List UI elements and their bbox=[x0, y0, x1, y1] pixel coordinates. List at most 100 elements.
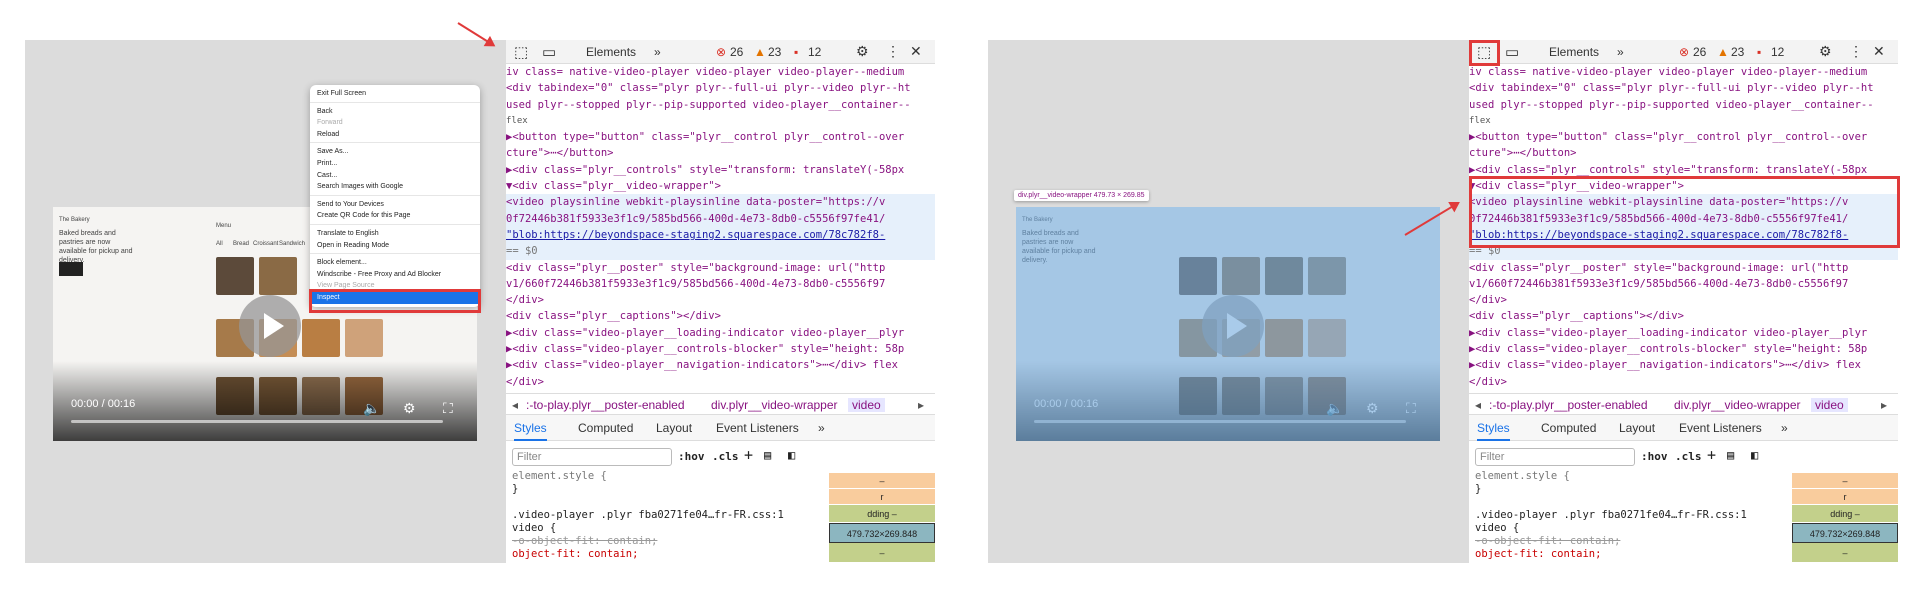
styles-filter-input[interactable]: Filter bbox=[512, 448, 672, 466]
styles-tab[interactable]: Layout bbox=[656, 421, 692, 435]
settings-gear-icon[interactable]: ⚙ bbox=[856, 43, 869, 60]
breadcrumb-item[interactable]: ◂ bbox=[1475, 398, 1481, 412]
breadcrumb-item[interactable]: :-to-play.plyr__poster-enabled bbox=[1489, 398, 1648, 412]
menu-item[interactable]: Print... bbox=[310, 158, 480, 170]
dom-tree-line[interactable]: flex bbox=[506, 113, 935, 129]
menu-item[interactable]: Search Images with Google bbox=[310, 181, 480, 193]
dom-tree-line[interactable]: ▶<div class="video-player__navigation-in… bbox=[1469, 357, 1898, 373]
warning-count[interactable]: 23 bbox=[768, 45, 781, 59]
dom-tree-line[interactable]: <div class="plyr__captions"></div> bbox=[1469, 308, 1898, 324]
dom-tree-line[interactable]: ▶<div class="plyr__controls" style="tran… bbox=[506, 162, 935, 178]
dom-tree-line[interactable]: "blob:https://beyondspace-staging2.squar… bbox=[506, 226, 935, 244]
dom-tree-line[interactable]: ▶<div class="video-player__loading-indic… bbox=[1469, 325, 1898, 341]
menu-item[interactable]: Create QR Code for this Page bbox=[310, 210, 480, 222]
dom-tree-line[interactable]: iv class= native-video-player video-play… bbox=[506, 64, 935, 80]
css-rule-line[interactable] bbox=[1475, 496, 1747, 509]
tab-elements[interactable]: Elements bbox=[1549, 45, 1599, 59]
css-rule-line[interactable]: element.style { bbox=[1475, 470, 1747, 483]
paint-icon[interactable]: ▤ bbox=[764, 448, 771, 462]
css-rule-line[interactable]: } bbox=[512, 483, 784, 496]
css-rule-line[interactable]: object-fit: contain; bbox=[1475, 548, 1747, 561]
css-rule-line[interactable]: } bbox=[1475, 483, 1747, 496]
css-rule-line[interactable]: -o-object-fit: contain; bbox=[512, 535, 784, 548]
dom-tree-line[interactable]: <div tabindex="0" class="plyr plyr--full… bbox=[1469, 80, 1898, 96]
dom-tree-line[interactable]: <div tabindex="0" class="plyr plyr--full… bbox=[506, 80, 935, 96]
close-icon[interactable]: ✕ bbox=[1873, 43, 1885, 60]
dom-tree-line[interactable]: </div> bbox=[1469, 292, 1898, 308]
dom-tree-line[interactable]: flex bbox=[1469, 113, 1898, 129]
volume-icon[interactable]: 🔈 bbox=[363, 400, 380, 417]
kebab-menu-icon[interactable]: ⋮ bbox=[886, 43, 900, 60]
cls-toggle[interactable]: .cls bbox=[712, 450, 739, 463]
dom-tree-line[interactable]: <video playsinline webkit-playsinline da… bbox=[506, 194, 935, 211]
menu-item[interactable]: Exit Full Screen bbox=[310, 88, 480, 100]
filter-sandwich[interactable]: Sandwich bbox=[279, 241, 305, 247]
styles-tab[interactable]: » bbox=[818, 421, 825, 435]
styles-tab[interactable]: Event Listeners bbox=[716, 421, 799, 435]
filter-all[interactable]: All bbox=[216, 241, 223, 247]
dom-tree-line[interactable]: v1/660f72446b381f5933e3f1c9/585bd566-400… bbox=[506, 276, 935, 292]
css-rule-line[interactable]: video { bbox=[1475, 522, 1747, 535]
menu-item[interactable]: Back bbox=[310, 106, 480, 118]
fullscreen-icon[interactable]: ⛶ bbox=[443, 400, 453, 417]
breadcrumb-item[interactable]: :-to-play.plyr__poster-enabled bbox=[526, 398, 685, 412]
filter-croissant[interactable]: Croissant bbox=[253, 241, 278, 247]
menu-item[interactable]: Forward bbox=[310, 117, 480, 129]
css-rule-line[interactable]: video { bbox=[512, 522, 784, 535]
dom-tree-line[interactable]: ▶<div class="video-player__loading-indic… bbox=[506, 325, 935, 341]
settings-icon[interactable]: ⚙ bbox=[403, 400, 416, 417]
breadcrumb-item[interactable]: ◂ bbox=[512, 398, 518, 412]
dom-tree-line[interactable]: cture">⋯</button> bbox=[1469, 145, 1898, 161]
dom-tree-line[interactable]: ▶<div class="video-player__controls-bloc… bbox=[506, 341, 935, 357]
dom-tree-line[interactable]: == $0 bbox=[506, 243, 935, 260]
device-toolbar-icon[interactable]: ▭ bbox=[542, 43, 556, 61]
sidebar-toggle-icon[interactable]: ◧ bbox=[1751, 448, 1758, 462]
settings-gear-icon[interactable]: ⚙ bbox=[1819, 43, 1832, 60]
css-rule-line[interactable] bbox=[512, 496, 784, 509]
issues-count[interactable]: 12 bbox=[808, 45, 821, 59]
dom-tree-line[interactable]: <div class="plyr__poster" style="backgro… bbox=[506, 260, 935, 276]
dom-tree-line[interactable]: used plyr--stopped plyr--pip-supported v… bbox=[1469, 97, 1898, 113]
sidebar-toggle-icon[interactable]: ◧ bbox=[788, 448, 795, 462]
dom-tree-line[interactable]: <div class="plyr__poster" style="backgro… bbox=[1469, 260, 1898, 276]
menu-item[interactable]: Windscribe - Free Proxy and Ad Blocker bbox=[310, 269, 480, 281]
dom-tree-line[interactable]: </div> bbox=[506, 292, 935, 308]
more-tabs-icon[interactable]: » bbox=[1617, 45, 1624, 59]
warning-count[interactable]: 23 bbox=[1731, 45, 1744, 59]
dom-tree-line[interactable]: </div> bbox=[1469, 374, 1898, 390]
breadcrumb-item[interactable]: div.plyr__video-wrapper bbox=[1674, 398, 1801, 412]
breadcrumb-item[interactable]: video bbox=[848, 398, 885, 412]
breadcrumb-item[interactable]: video bbox=[1811, 398, 1848, 412]
menu-item[interactable]: Translate to English bbox=[310, 228, 480, 240]
breadcrumb-item[interactable]: ▸ bbox=[1881, 398, 1887, 412]
styles-tab[interactable]: Computed bbox=[1541, 421, 1596, 435]
dom-tree-line[interactable]: cture">⋯</button> bbox=[506, 145, 935, 161]
play-icon[interactable] bbox=[239, 295, 301, 357]
dom-tree-line[interactable]: </div> bbox=[506, 374, 935, 390]
css-rule-line[interactable]: object-fit: contain; bbox=[512, 548, 784, 561]
css-rule-line[interactable]: -o-object-fit: contain; bbox=[1475, 535, 1747, 548]
dom-tree-line[interactable]: used plyr--stopped plyr--pip-supported v… bbox=[506, 97, 935, 113]
close-icon[interactable]: ✕ bbox=[910, 43, 922, 60]
hov-toggle[interactable]: :hov bbox=[1641, 450, 1668, 463]
select-element-icon[interactable]: ⬚ bbox=[514, 43, 528, 61]
styles-tab[interactable]: » bbox=[1781, 421, 1788, 435]
progress-bar[interactable] bbox=[71, 420, 443, 423]
dom-tree-line[interactable]: 0f72446b381f5933e3f1c9/585bd566-400d-4e7… bbox=[506, 210, 935, 227]
tab-elements[interactable]: Elements bbox=[586, 45, 636, 59]
menu-item[interactable]: Cast... bbox=[310, 170, 480, 182]
dom-tree-line[interactable]: iv class= native-video-player video-play… bbox=[1469, 64, 1898, 80]
paint-icon[interactable]: ▤ bbox=[1727, 448, 1734, 462]
dom-tree-line[interactable]: ▶<button type="button" class="plyr__cont… bbox=[506, 129, 935, 145]
styles-tab[interactable]: Styles bbox=[1477, 421, 1510, 441]
video-player[interactable]: The Bakery Baked breads and pastries are… bbox=[1016, 207, 1440, 441]
css-rule-line[interactable]: .video-player .plyr fba0271fe04…fr-FR.cs… bbox=[512, 509, 784, 522]
add-rule-icon[interactable]: + bbox=[744, 446, 753, 464]
dom-tree-line[interactable]: ▼<div class="plyr__video-wrapper"> bbox=[506, 178, 935, 194]
order-button[interactable] bbox=[59, 262, 83, 276]
styles-tab[interactable]: Computed bbox=[578, 421, 633, 435]
dom-tree-line[interactable]: ▶<button type="button" class="plyr__cont… bbox=[1469, 129, 1898, 145]
menu-item[interactable]: Send to Your Devices bbox=[310, 199, 480, 211]
issues-count[interactable]: 12 bbox=[1771, 45, 1784, 59]
styles-filter-input[interactable]: Filter bbox=[1475, 448, 1635, 466]
